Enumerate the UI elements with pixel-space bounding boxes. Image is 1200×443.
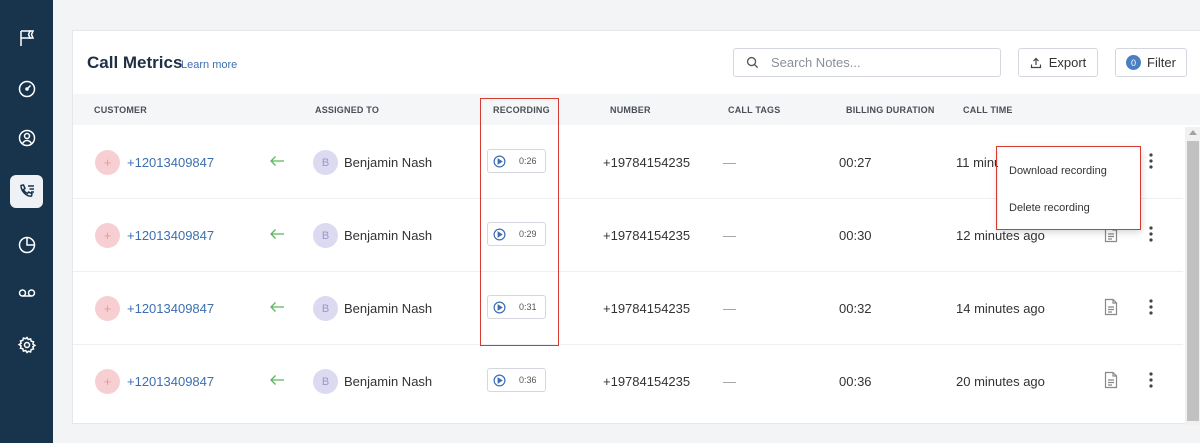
more-options-icon[interactable]: [1146, 225, 1156, 243]
agent-avatar: B: [313, 223, 338, 248]
col-recording[interactable]: RECORDING: [493, 105, 550, 115]
col-call-time[interactable]: CALL TIME: [963, 105, 1013, 115]
search-icon: [746, 56, 759, 69]
inbound-arrow-icon: [270, 302, 284, 312]
call-tags: —: [723, 155, 736, 170]
dialed-number: +19784154235: [603, 374, 691, 389]
download-recording-item[interactable]: Download recording: [1009, 165, 1107, 177]
table-header: CUSTOMER ASSIGNED TO RECORDING NUMBER CA…: [73, 94, 1200, 125]
col-customer[interactable]: CUSTOMER: [94, 105, 147, 115]
customer-number[interactable]: +12013409847: [127, 374, 214, 389]
customer-avatar: +: [95, 223, 120, 248]
dialed-number: +19784154235: [603, 228, 691, 243]
export-button[interactable]: Export: [1018, 48, 1098, 77]
scroll-thumb[interactable]: [1187, 141, 1199, 421]
dialed-number: +19784154235: [603, 155, 691, 170]
customer-avatar: +: [95, 369, 120, 394]
note-icon[interactable]: [1103, 298, 1119, 316]
scroll-up-arrow-icon[interactable]: [1189, 130, 1197, 135]
assigned-agent: Benjamin Nash: [344, 374, 433, 389]
page-title: Call Metrics: [87, 53, 183, 72]
recording-duration: 0:36: [519, 375, 537, 385]
user-circle-icon: [18, 129, 35, 146]
export-label: Export: [1048, 55, 1087, 70]
inbound-arrow-icon: [270, 156, 284, 166]
recording-player[interactable]: 0:36: [487, 368, 546, 392]
filter-count-badge: 0: [1126, 55, 1142, 70]
assigned-agent: Benjamin Nash: [344, 301, 433, 316]
play-icon: [493, 374, 506, 386]
customer-number[interactable]: +12013409847: [127, 228, 214, 243]
agent-avatar: B: [313, 150, 338, 175]
delete-recording-item[interactable]: Delete recording: [1009, 202, 1090, 214]
nav-settings[interactable]: [10, 328, 43, 361]
recording-context-menu: Download recording Delete recording: [998, 147, 1141, 230]
play-icon: [493, 301, 506, 313]
col-billing-duration[interactable]: BILLING DURATION: [846, 105, 935, 115]
nav-contacts[interactable]: [10, 121, 43, 154]
settings-gear-icon: [17, 335, 36, 354]
customer-number[interactable]: +12013409847: [127, 301, 214, 316]
learn-more-link[interactable]: Learn more: [181, 59, 237, 71]
agent-avatar: B: [313, 369, 338, 394]
agent-avatar: B: [313, 296, 338, 321]
nav-reports[interactable]: [10, 228, 43, 261]
call-time: 20 minutes ago: [956, 374, 1045, 389]
recording-player[interactable]: 0:31: [487, 295, 546, 319]
nav-flag[interactable]: [10, 21, 43, 54]
dialed-number: +19784154235: [603, 301, 691, 316]
table-row[interactable]: + +12013409847 B Benjamin Nash 0:36 +197…: [73, 345, 1183, 418]
call-tags: —: [723, 301, 736, 316]
search-input[interactable]: [771, 55, 991, 70]
call-metrics-card: Call Metrics Learn more Export 0 Filter …: [72, 30, 1200, 425]
inbound-arrow-icon: [270, 375, 284, 385]
note-icon[interactable]: [1103, 371, 1119, 389]
billing-duration: 00:32: [839, 301, 872, 316]
play-icon: [493, 228, 506, 240]
assigned-agent: Benjamin Nash: [344, 228, 433, 243]
filter-button[interactable]: 0 Filter: [1115, 48, 1187, 77]
more-options-icon[interactable]: [1146, 298, 1156, 316]
upload-icon: [1030, 57, 1041, 68]
nav-dashboard[interactable]: [10, 72, 43, 105]
recording-player[interactable]: 0:29: [487, 222, 546, 246]
customer-avatar: +: [95, 296, 120, 321]
billing-duration: 00:30: [839, 228, 872, 243]
recording-player[interactable]: 0:26: [487, 149, 546, 173]
customer-number[interactable]: +12013409847: [127, 155, 214, 170]
billing-duration: 00:27: [839, 155, 872, 170]
call-tags: —: [723, 374, 736, 389]
recording-duration: 0:29: [519, 229, 537, 239]
vertical-scrollbar[interactable]: [1185, 127, 1200, 425]
recording-duration: 0:26: [519, 156, 537, 166]
dashboard-gauge-icon: [18, 80, 35, 97]
call-time: 14 minutes ago: [956, 301, 1045, 316]
filter-label: Filter: [1147, 55, 1176, 70]
customer-avatar: +: [95, 150, 120, 175]
pie-chart-icon: [18, 236, 35, 253]
call-tags: —: [723, 228, 736, 243]
call-time: 12 minutes ago: [956, 228, 1045, 243]
inbound-arrow-icon: [270, 229, 284, 239]
assigned-agent: Benjamin Nash: [344, 155, 433, 170]
col-call-tags[interactable]: CALL TAGS: [728, 105, 780, 115]
col-assigned-to[interactable]: ASSIGNED TO: [315, 105, 379, 115]
voicemail-icon: [18, 288, 35, 297]
more-options-icon[interactable]: [1146, 371, 1156, 389]
play-icon: [493, 155, 506, 167]
flag-icon: [19, 29, 34, 46]
recording-duration: 0:31: [519, 302, 537, 312]
more-options-icon[interactable]: [1146, 152, 1156, 170]
col-number[interactable]: NUMBER: [610, 105, 651, 115]
billing-duration: 00:36: [839, 374, 872, 389]
table-row[interactable]: + +12013409847 B Benjamin Nash 0:31 +197…: [73, 272, 1183, 345]
search-box[interactable]: [733, 48, 1001, 77]
nav-calls[interactable]: [10, 175, 43, 208]
sidebar: [0, 0, 53, 443]
phone-list-icon: [19, 183, 34, 197]
nav-voicemail[interactable]: [10, 276, 43, 309]
